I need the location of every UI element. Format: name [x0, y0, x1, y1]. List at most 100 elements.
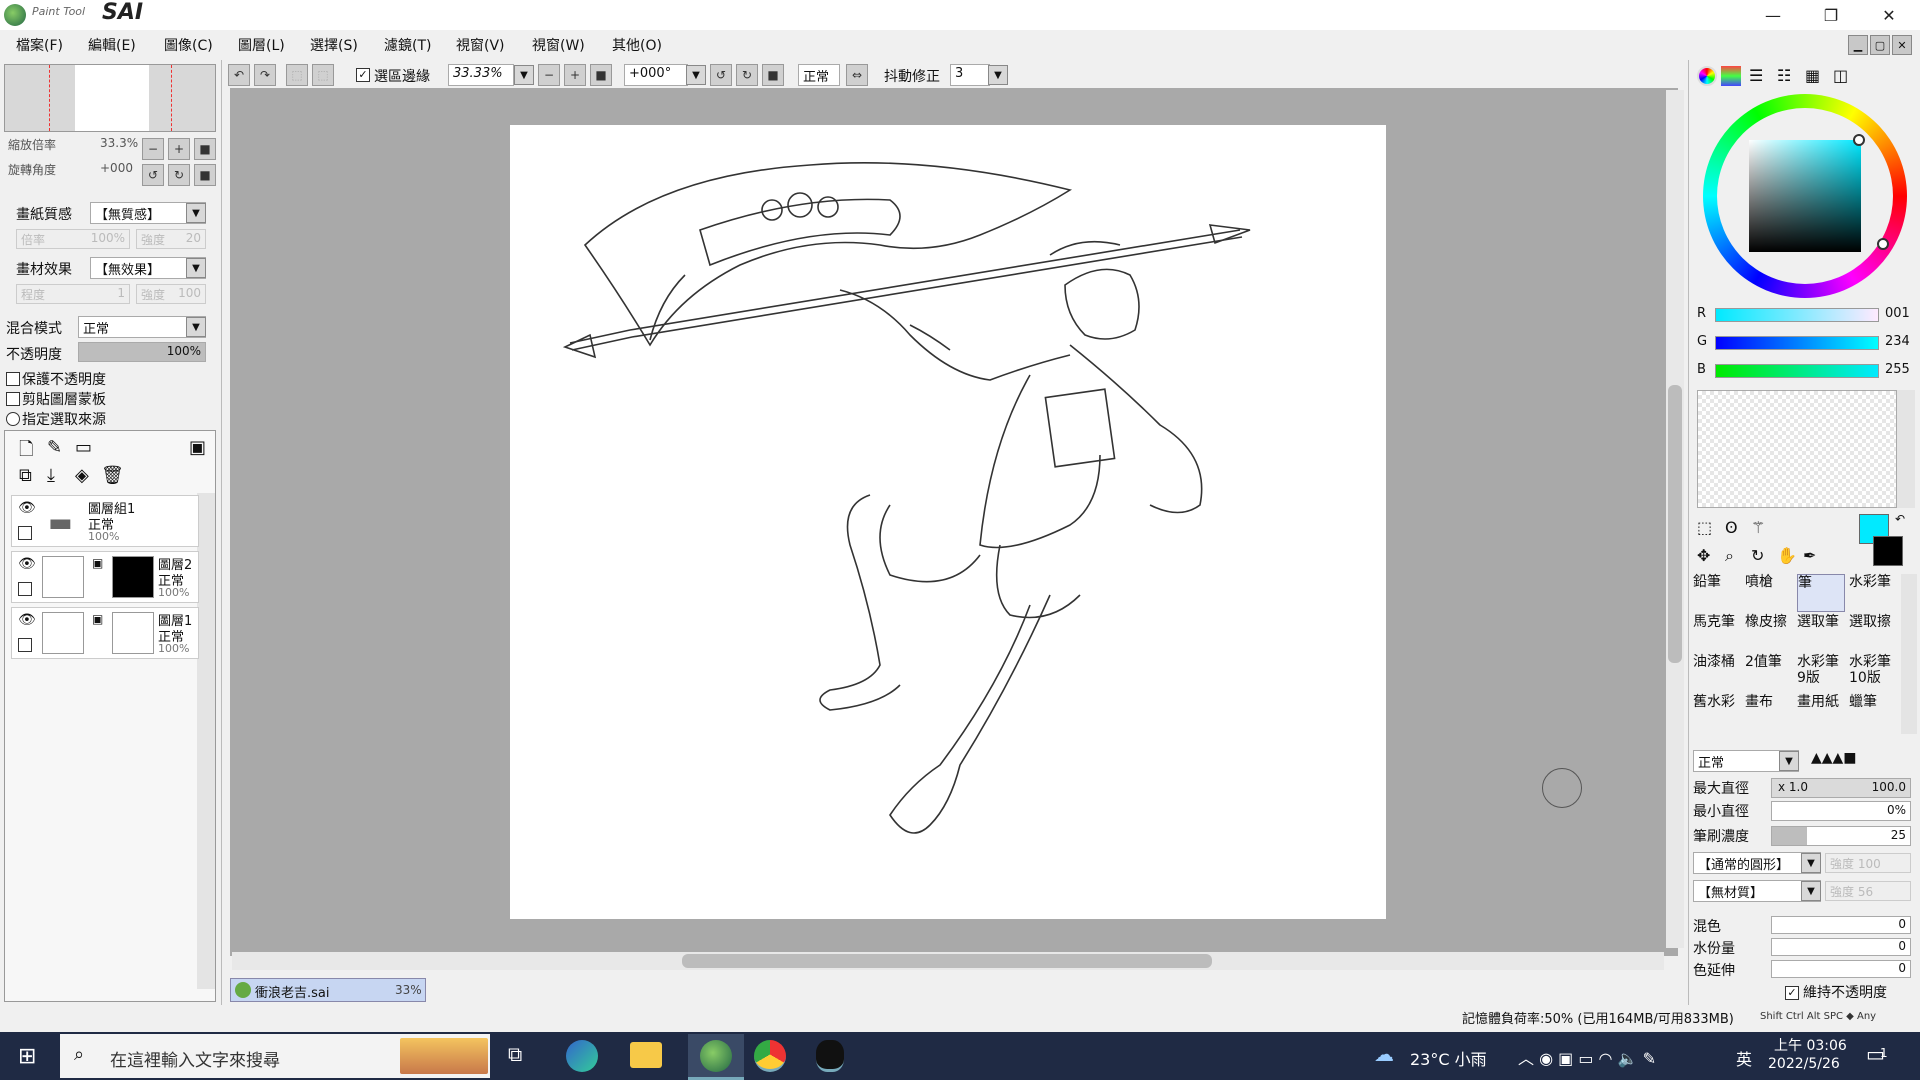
- flip-view-button[interactable]: ⇔: [846, 64, 868, 86]
- redo-button[interactable]: ↷: [254, 64, 276, 86]
- rotation-dropdown-icon[interactable]: ▼: [686, 65, 706, 85]
- opacity-slider[interactable]: 100%: [78, 342, 206, 362]
- close-button[interactable]: ✕: [1860, 0, 1918, 30]
- palette-tab-icon[interactable]: ☷: [1777, 66, 1791, 85]
- rotate-left-button[interactable]: ↺: [142, 164, 164, 186]
- minimize-button[interactable]: —: [1744, 0, 1802, 30]
- ime-indicator[interactable]: 英: [1736, 1046, 1752, 1070]
- color-wheel[interactable]: [1703, 94, 1907, 298]
- blend-mode-dropdown-icon[interactable]: ▼: [186, 317, 206, 337]
- delete-layer-icon[interactable]: 🗑: [101, 465, 124, 486]
- brush-shape-dropdown-icon[interactable]: ▼: [1801, 853, 1821, 873]
- chrome-icon[interactable]: [754, 1040, 786, 1072]
- secondary-color-swatch[interactable]: [1873, 536, 1903, 566]
- brush-drawing-paper[interactable]: 畫用紙: [1797, 694, 1845, 732]
- scratchpad-scrollbar[interactable]: [1897, 390, 1915, 508]
- brush-binary-pen[interactable]: 2值筆: [1745, 654, 1793, 692]
- min-size-slider[interactable]: 0%: [1771, 801, 1911, 821]
- persistence-slider[interactable]: 0: [1771, 960, 1911, 978]
- zoom-in-button[interactable]: +: [168, 138, 190, 160]
- menu-view[interactable]: 視窗(V): [456, 35, 505, 55]
- horizontal-scroll-thumb[interactable]: [682, 954, 1212, 968]
- toolbar-rotate-right-button[interactable]: ↻: [736, 64, 758, 86]
- magnifier-icon[interactable]: ⌕: [1725, 546, 1734, 566]
- weather-icon[interactable]: ☁: [1374, 1042, 1394, 1066]
- eye-icon[interactable]: 👁: [18, 556, 36, 572]
- eye-icon[interactable]: 👁: [18, 500, 36, 516]
- b-slider[interactable]: [1715, 364, 1879, 378]
- tray-icons[interactable]: ︿ ◉ ▣ ▭ ◠ 🔈 ✎: [1518, 1045, 1656, 1069]
- brush-grid-scrollbar[interactable]: [1901, 574, 1917, 734]
- menu-other[interactable]: 其他(O): [612, 35, 662, 55]
- merge-down-icon[interactable]: ⤓: [47, 465, 55, 486]
- vertical-scrollbar[interactable]: [1666, 90, 1684, 948]
- select-edge-checkbox[interactable]: ✓: [356, 68, 370, 82]
- brush-watercolor-10[interactable]: 水彩筆10版: [1849, 654, 1897, 692]
- max-size-slider[interactable]: x 1.0 100.0: [1771, 778, 1911, 798]
- mdi-restore-button[interactable]: ▢: [1870, 35, 1890, 55]
- zoom-dropdown-icon[interactable]: ▼: [514, 65, 534, 85]
- file-explorer-icon[interactable]: [630, 1042, 662, 1068]
- layer-1[interactable]: 👁 ▣ 圖層1 正常 100%: [11, 607, 199, 659]
- windows-start-icon[interactable]: ⊞: [18, 1044, 36, 1069]
- layer-group-1[interactable]: 👁 ▬ 圖層組1 正常 100%: [11, 495, 199, 547]
- invert-selection-button[interactable]: ⬚: [312, 64, 334, 86]
- menu-canvas[interactable]: 圖像(C): [164, 35, 213, 55]
- sv-picker-handle[interactable]: [1853, 134, 1865, 146]
- clipping-mask-checkbox[interactable]: [6, 392, 20, 406]
- clock-time[interactable]: 上午 03:06: [1774, 1035, 1847, 1055]
- brush-airbrush[interactable]: 噴槍: [1745, 574, 1793, 612]
- toolbar-zoom-reset-button[interactable]: ■: [590, 64, 612, 86]
- hand-icon[interactable]: ✋: [1777, 546, 1797, 565]
- toolbar-rotate-reset-button[interactable]: ■: [762, 64, 784, 86]
- brush-select-eraser[interactable]: 選取擦: [1849, 614, 1897, 652]
- rgb-slider-tab-icon[interactable]: [1721, 66, 1741, 86]
- brush-watercolor[interactable]: 水彩筆: [1849, 574, 1897, 612]
- stabilizer-dropdown-icon[interactable]: ▼: [988, 65, 1008, 85]
- menu-edit[interactable]: 編輯(E): [88, 35, 136, 55]
- brush-pen[interactable]: 筆: [1797, 574, 1845, 612]
- saturation-value-square[interactable]: [1749, 140, 1861, 252]
- hsv-slider-tab-icon[interactable]: ☰: [1749, 66, 1763, 85]
- menu-window[interactable]: 視窗(W): [532, 35, 585, 55]
- horizontal-scrollbar[interactable]: [232, 952, 1664, 970]
- r-slider[interactable]: [1715, 308, 1879, 322]
- zoom-reset-button[interactable]: ■: [194, 138, 216, 160]
- mdi-minimize-button[interactable]: ▁: [1848, 35, 1868, 55]
- new-linework-layer-icon[interactable]: ✎: [47, 437, 62, 458]
- toolbar-zoom-out-button[interactable]: −: [538, 64, 560, 86]
- protect-opacity-checkbox[interactable]: [6, 372, 20, 386]
- rotate-right-button[interactable]: ↻: [168, 164, 190, 186]
- layer-list-scrollbar[interactable]: [197, 493, 215, 989]
- swap-colors-icon[interactable]: ↶: [1895, 512, 1905, 526]
- search-box[interactable]: ⌕ 在這裡輸入文字來搜尋: [60, 1034, 490, 1078]
- color-wheel-tab-icon[interactable]: [1697, 66, 1717, 86]
- qq-icon[interactable]: [816, 1040, 844, 1072]
- toolbar-rotate-left-button[interactable]: ↺: [710, 64, 732, 86]
- keep-opacity-checkbox[interactable]: ✓: [1785, 986, 1799, 1000]
- task-view-icon[interactable]: ⧉: [508, 1042, 522, 1066]
- brush-crayon[interactable]: 蠟筆: [1849, 694, 1897, 732]
- move-icon[interactable]: ✥: [1697, 546, 1710, 565]
- brush-old-watercolor[interactable]: 舊水彩: [1693, 694, 1741, 732]
- zoom-out-button[interactable]: −: [142, 138, 164, 160]
- zoom-select[interactable]: 33.33%: [448, 64, 514, 86]
- clock-date[interactable]: 2022/5/26: [1768, 1056, 1840, 1072]
- brush-marker[interactable]: 馬克筆: [1693, 614, 1741, 652]
- water-slider[interactable]: 0: [1771, 938, 1911, 956]
- brush-eraser[interactable]: 橡皮擦: [1745, 614, 1793, 652]
- brush-pencil[interactable]: 鉛筆: [1693, 574, 1741, 612]
- vertical-scroll-thumb[interactable]: [1668, 385, 1682, 663]
- g-slider[interactable]: [1715, 336, 1879, 350]
- brush-edge-hardness-icons[interactable]: ▲▲▲■: [1811, 750, 1857, 766]
- paper-effect-dropdown-icon[interactable]: ▼: [186, 258, 206, 278]
- clear-layer-icon[interactable]: ◈: [75, 465, 89, 486]
- mask-link-icon[interactable]: ▣: [92, 556, 103, 570]
- menu-layer[interactable]: 圖層(L): [238, 35, 285, 55]
- drawing-canvas[interactable]: [510, 125, 1386, 919]
- eyedropper-icon[interactable]: ✒: [1803, 546, 1816, 565]
- menu-filter[interactable]: 濾鏡(T): [384, 35, 431, 55]
- paper-texture-dropdown-icon[interactable]: ▼: [186, 203, 206, 223]
- blending-slider[interactable]: 0: [1771, 916, 1911, 934]
- layer-2[interactable]: 👁 ▣ 圖層2 正常 100%: [11, 551, 199, 603]
